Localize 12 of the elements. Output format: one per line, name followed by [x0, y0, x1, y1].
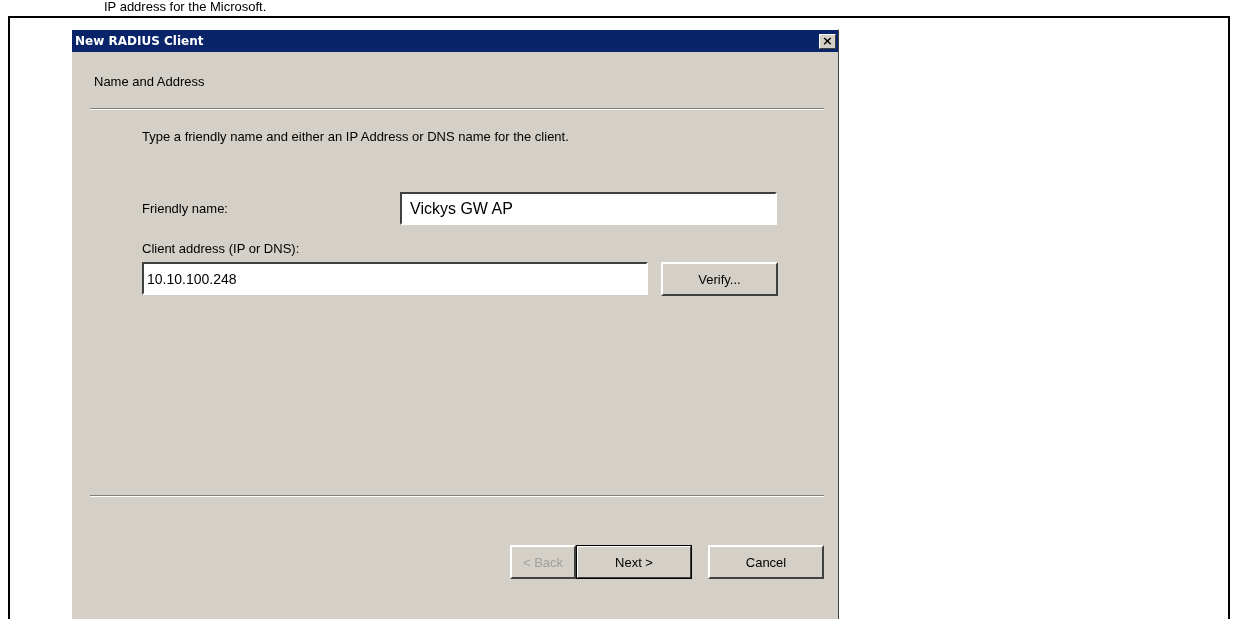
text-field[interactable]: 10.10.100.248: [142, 262, 648, 295]
close-button[interactable]: ×: [819, 33, 836, 49]
field-label: Client address (IP or DNS):: [142, 241, 301, 256]
document-text: IP address for the Microsoft.: [104, 0, 267, 14]
description-text: Type a friendly name and either an IP Address or DNS name for the client.: [142, 129, 570, 144]
wizard-button[interactable]: Cancel: [708, 545, 824, 579]
window-title: New RADIUS Client: [75, 34, 204, 48]
verify-button[interactable]: Verify...: [661, 262, 778, 296]
wizard-button[interactable]: Next >: [576, 545, 692, 579]
text-field[interactable]: Vickys GW AP: [400, 192, 777, 225]
field-label: Friendly name:: [142, 201, 228, 216]
page-header: Name and Address: [94, 73, 205, 89]
